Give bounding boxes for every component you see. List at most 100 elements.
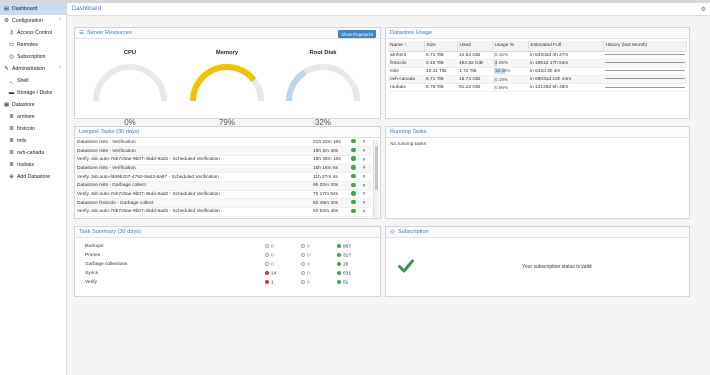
chevron-up-icon[interactable]: ⌃ [58, 66, 62, 72]
table-row[interactable]: Prunes 0 0 317 [85, 251, 374, 260]
chevron-up-icon[interactable]: ⌃ [58, 18, 62, 24]
warning-count: 0 [307, 280, 310, 286]
dashboard-icon: ▤ [3, 6, 10, 12]
sidebar-item-configuration[interactable]: ⚙ Configuration ⌃ [0, 15, 66, 27]
estimated-full: in 1881d 17h 54m [528, 59, 603, 68]
sidebar-item-access-control[interactable]: ⚷ Access Control [0, 27, 66, 39]
sidebar-item-storage-disks[interactable]: ▬ Storage / Disks [0, 87, 66, 99]
gauge-arc [190, 64, 264, 102]
column-header-name[interactable]: Name ↑ [388, 41, 425, 52]
sidebar-item-datastore[interactable]: ▦ Datastore [0, 99, 66, 111]
sidebar-item-roubaix[interactable]: ≣ roubaix [0, 159, 66, 171]
task-duration: 15h 16m 6s [313, 164, 351, 174]
ok-count: 317 [343, 253, 352, 259]
table-row[interactable]: Verify Job auto-7eb7c8ae-9b07-45dd-9ad2 … [77, 207, 371, 217]
sidebar-item-add-datastore[interactable]: ⊕ Add Datastore [0, 171, 66, 183]
table-row[interactable]: Verify 1 0 51 [85, 278, 374, 287]
table-row[interactable]: Syncs 14 0 531 [85, 269, 374, 278]
chevron-right-icon[interactable]: › [363, 191, 365, 197]
sidebar-item-label: Add Datastore [17, 174, 51, 180]
usage-percent: 0.16% [495, 51, 509, 57]
chevron-right-icon[interactable]: › [363, 174, 365, 180]
table-row[interactable]: Verify Job auto-7eb7c8ae-9b07-45dd-9ad2 … [77, 190, 371, 200]
chevron-right-icon[interactable]: › [363, 200, 365, 206]
panel-title: Task Summary (30 days) [79, 229, 141, 235]
column-header-usage[interactable]: Usage % [492, 41, 529, 52]
column-header-estimated-full[interactable]: Estimated Full [528, 41, 604, 52]
table-row[interactable]: Datastore firstcolo - Garbage collect 6h … [77, 198, 371, 208]
datastore-table: Name ↑ Size Used Usage % Estimated Full … [388, 41, 687, 93]
terminal-icon: >_ [9, 78, 14, 84]
panel-title: Running Tasks [390, 129, 427, 135]
database-icon: ≣ [9, 150, 14, 156]
ok-count: 867 [343, 244, 352, 250]
usage-bar: 16.46% [494, 68, 526, 75]
datastore-name: firstcolo [388, 59, 424, 68]
table-row[interactable]: Datastore mits - Verification 21h 22m 10s… [77, 138, 371, 148]
task-name: Verify Job auto-fd69b207-4792-8a63-8a97 … [77, 172, 313, 182]
plus-circle-icon: ⊕ [9, 174, 14, 180]
chevron-right-icon[interactable]: › [363, 183, 365, 189]
task-summary-table: Backups 0 0 867 Prunes 0 0 317 Garbage collect… [85, 242, 374, 287]
sidebar-item-subscription[interactable]: ◎ Subscription [0, 51, 66, 63]
check-circle-icon [351, 147, 356, 153]
table-row[interactable]: roubaix 8.78 TiB 81.22 GiB 0.98% in 1212… [388, 83, 687, 93]
tasks-icon: ☰ [79, 30, 84, 36]
table-row[interactable]: mits 10.41 TiB 1.72 TiB 16.46% in 512d 3… [388, 67, 687, 77]
check-circle-icon [351, 173, 356, 179]
check-circle-icon [351, 165, 356, 170]
sidebar-item-remotes[interactable]: ▭ Remotes [0, 39, 66, 51]
column-header-used[interactable]: Used [457, 41, 493, 52]
chevron-right-icon[interactable]: › [363, 165, 365, 171]
table-row[interactable]: Datastore mits - Verification 19h 2m 40s › [77, 146, 371, 156]
chevron-right-icon[interactable]: › [363, 139, 365, 145]
task-name: Datastore firstcolo - Garbage collect [77, 198, 313, 208]
panel-header: Datastore Usage [386, 28, 689, 39]
cpu-gauge: CPU 0% [91, 50, 169, 127]
show-fingerprint-button[interactable]: Show Fingerprint [338, 30, 376, 38]
task-duration: 9h 20m 20s [313, 181, 351, 191]
task-summary-panel: Task Summary (30 days) Backups 0 0 867 Prun… [74, 226, 381, 297]
panel-header: Longest Tasks (30 days) [75, 127, 380, 138]
page-title: Dashboard [72, 6, 102, 12]
scrollbar[interactable] [373, 140, 378, 218]
error-count: 0 [271, 253, 274, 259]
table-row[interactable]: arnhem 8.71 TiB 14.54 GiB 0.16% in 53202… [388, 51, 687, 60]
gauge-fill [190, 64, 257, 102]
sidebar-item-ovh-canada[interactable]: ≣ ovh-canada [0, 147, 66, 159]
task-type-label: Backups [85, 244, 104, 249]
table-row[interactable]: Datastore mits - Verification 15h 16m 6s › [77, 164, 371, 174]
check-circle-icon [337, 279, 341, 284]
sidebar-item-arnhem[interactable]: ≣ arnhem [0, 111, 66, 123]
gear-icon[interactable]: ⚙ [701, 6, 706, 13]
sidebar-item-dashboard[interactable]: ▤ Dashboard [0, 3, 66, 15]
table-row[interactable]: Datastore mits - Garbage collect 9h 20m 2… [77, 181, 371, 191]
task-duration: 6h 49m 30s [313, 198, 351, 208]
table-row[interactable]: Backups 0 0 867 [85, 242, 374, 251]
gauge-arc [286, 64, 360, 102]
chevron-right-icon[interactable]: › [363, 157, 365, 163]
sidebar-item-shell[interactable]: >_ Shell [0, 75, 66, 87]
column-header-history[interactable]: History (last Month) [603, 41, 687, 52]
datastore-used: 16.74 GiB [457, 75, 492, 85]
table-row[interactable]: Garbage collections 0 0 26 [85, 260, 374, 269]
table-row[interactable]: Verify Job auto-7eb7c8ae-9b07-45dd-9ad2 … [77, 155, 371, 165]
chevron-right-icon[interactable]: › [363, 148, 365, 154]
task-duration: 11h 27m 4s [313, 172, 351, 182]
table-row[interactable]: firstcolo 9.15 TiB 463.92 GiB 4.95% in 1… [388, 59, 687, 68]
sidebar-item-firstcolo[interactable]: ≣ firstcolo [0, 123, 66, 135]
table-row[interactable]: ovh-canada 8.71 TiB 16.74 GiB 0.19% in 6… [388, 75, 687, 85]
datastore-usage-panel: Datastore Usage Name ↑ Size Used Usage %… [385, 27, 690, 119]
check-circle-icon [337, 252, 341, 257]
sidebar-item-mits[interactable]: ≣ mits [0, 135, 66, 147]
table-row[interactable]: Verify Job auto-fd69b207-4792-8a63-8a97 … [77, 172, 371, 182]
task-name: Verify Job auto-7eb7c8ae-9b07-45dd-9ad2 … [77, 155, 313, 165]
scrollbar-thumb[interactable] [375, 146, 378, 190]
column-header-size[interactable]: Size [424, 41, 458, 52]
sidebar-item-label: Access Control [17, 30, 52, 36]
error-status-icon [265, 279, 269, 284]
sidebar-item-administration[interactable]: ✎ Administration ⌃ [0, 63, 66, 75]
chevron-right-icon[interactable]: › [363, 209, 365, 215]
error-count: 0 [271, 262, 274, 268]
usage-bar: 0.19% [494, 76, 526, 83]
